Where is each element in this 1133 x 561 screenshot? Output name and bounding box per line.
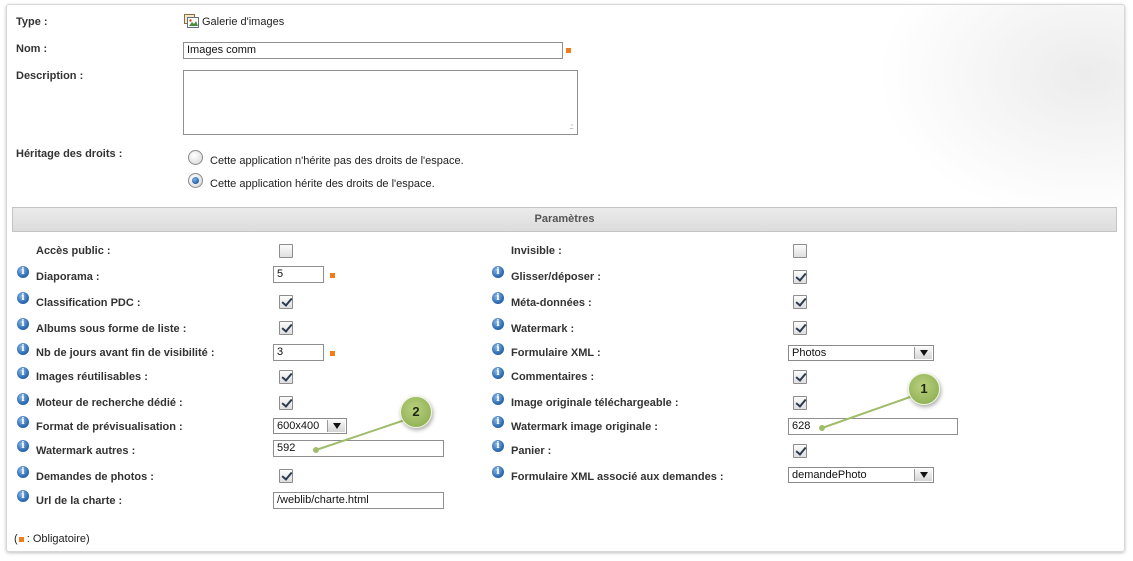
callout-anchor-2 [313, 447, 319, 453]
callout-line-2 [315, 419, 406, 451]
callout-line-1 [821, 395, 914, 429]
callout-badge-1: 1 [908, 373, 940, 405]
callout-badge-2: 2 [400, 396, 432, 428]
callout-anchor-1 [819, 425, 825, 431]
callout-lines [313, 395, 914, 453]
